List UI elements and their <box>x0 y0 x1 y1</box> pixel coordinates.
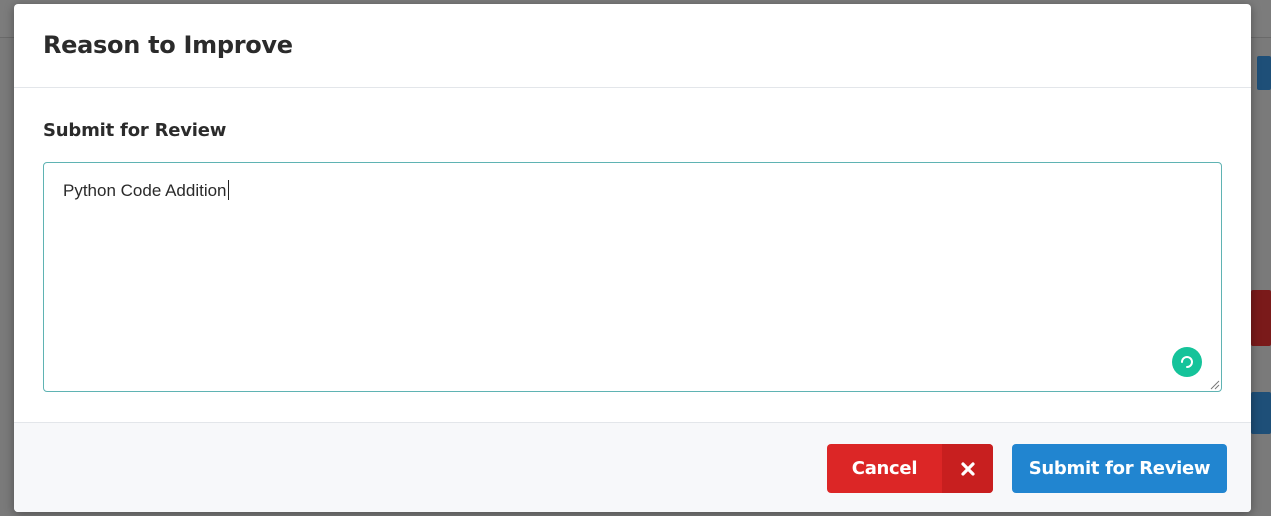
textarea-value: Python Code Addition <box>63 180 229 200</box>
modal-header: Reason to Improve <box>14 4 1251 88</box>
grammarly-icon[interactable] <box>1172 347 1202 377</box>
resize-handle-icon[interactable] <box>1208 378 1220 390</box>
modal-title: Reason to Improve <box>43 31 293 59</box>
submit-for-review-button[interactable]: Submit for Review <box>1012 444 1227 493</box>
cancel-button[interactable]: Cancel <box>827 444 993 493</box>
background-button <box>1251 392 1271 434</box>
field-label: Submit for Review <box>43 120 227 141</box>
reason-modal: Reason to Improve Submit for Review Pyth… <box>14 4 1251 512</box>
background-button <box>1257 56 1271 90</box>
cancel-button-label: Cancel <box>851 458 918 479</box>
background-button <box>1251 290 1271 346</box>
text-caret <box>227 180 229 200</box>
reason-textarea[interactable]: Python Code Addition <box>43 162 1222 392</box>
close-icon <box>942 444 993 493</box>
modal-footer: Cancel Submit for Review <box>14 422 1251 512</box>
